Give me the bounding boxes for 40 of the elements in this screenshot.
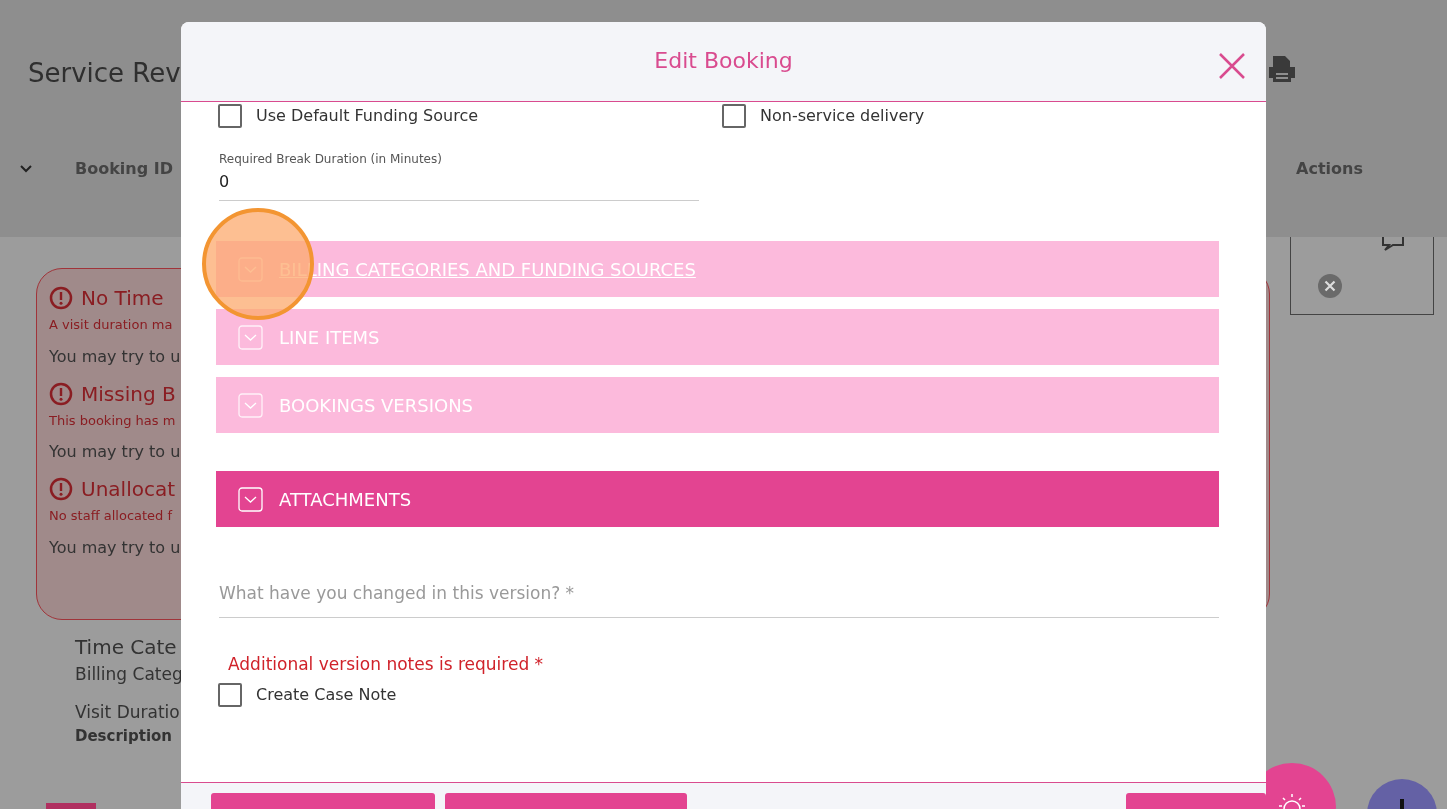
print-icon (1266, 54, 1296, 84)
column-header: Booking ID (75, 158, 173, 181)
alert-hint: You may try to u (49, 536, 181, 559)
alert-icon (49, 381, 73, 406)
alert-title: Missing B (81, 380, 176, 408)
alert-icon (49, 477, 73, 501)
detail-label: Visit Duratio (75, 700, 180, 724)
checkbox-label: Create Case Note (256, 684, 397, 706)
dialog-title: Edit Booking (654, 48, 793, 75)
column-header: Actions (1296, 158, 1363, 181)
close-button[interactable] (1218, 52, 1246, 80)
close-icon (1218, 52, 1246, 80)
checkbox[interactable] (722, 104, 746, 128)
close-circle-icon[interactable] (1318, 274, 1342, 298)
field-label: Required Break Duration (in Minutes) (219, 151, 443, 168)
alert-detail: A visit duration ma (49, 316, 173, 334)
alert-icon (49, 286, 73, 310)
error-message: Additional version notes is required * (228, 652, 545, 676)
alert-detail: This booking has m (49, 411, 176, 430)
plus-icon (1400, 799, 1404, 809)
alert-hint: You may try to u (49, 345, 181, 368)
lightbulb-icon (1277, 793, 1307, 809)
chat-icon[interactable] (1381, 237, 1407, 251)
detail-label: Time Cate (75, 634, 177, 661)
alert-detail: No staff allocated f (49, 507, 173, 525)
page-title: Service Rev (27, 57, 181, 90)
chevron-down-icon (238, 486, 263, 512)
alert-hint: You may try to u (49, 441, 181, 463)
checkbox-label: Non-service delivery (760, 105, 925, 127)
chevron-down-icon (238, 392, 263, 418)
chevron-down-icon (238, 324, 263, 350)
alert-title: Unallocat (81, 476, 175, 503)
detail-label: Description (75, 726, 173, 747)
accordion-header[interactable]: ATTACHMENTS (216, 471, 1219, 527)
checkbox-label: Use Default Funding Source (256, 105, 479, 127)
detail-label: Billing Categ (75, 663, 183, 686)
alert-title: No Time (81, 285, 164, 312)
break-duration-field[interactable]: 0 (219, 168, 699, 201)
checkbox[interactable] (218, 104, 242, 128)
checkbox[interactable] (218, 683, 242, 707)
